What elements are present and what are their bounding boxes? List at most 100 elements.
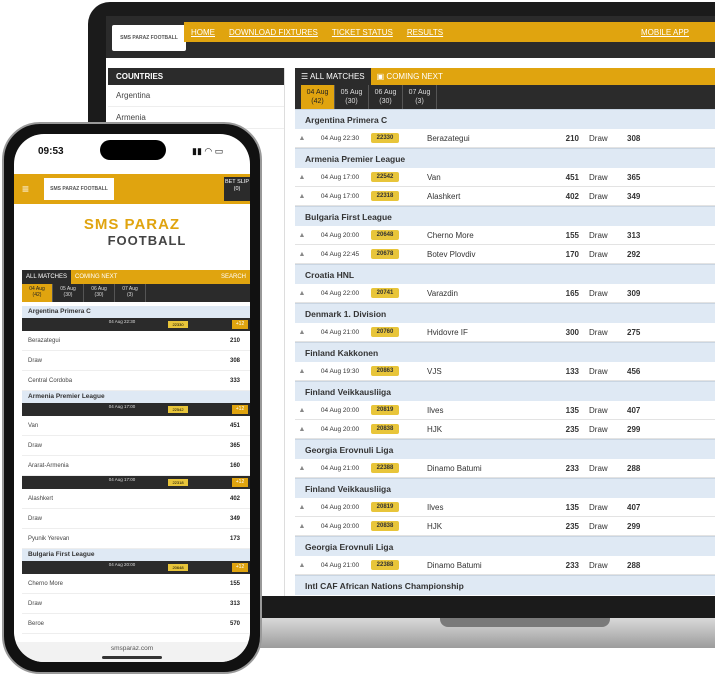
- draw-label[interactable]: Draw: [579, 328, 627, 337]
- phone-date-tab[interactable]: 07 Aug (3): [115, 284, 146, 302]
- home-odds[interactable]: 235: [557, 425, 579, 434]
- chevron-up-icon[interactable]: ▲: [295, 193, 309, 200]
- chevron-up-icon[interactable]: ▲: [295, 329, 309, 336]
- chevron-up-icon[interactable]: ▲: [295, 368, 309, 375]
- more-markets-button[interactable]: +12: [232, 320, 248, 329]
- match-code: 20678: [371, 249, 399, 259]
- chevron-up-icon[interactable]: ▲: [295, 426, 309, 433]
- phone-odds-row[interactable]: Van 451: [22, 416, 250, 436]
- draw-odds[interactable]: 309: [627, 289, 657, 298]
- phone-odds-row[interactable]: Alashkert 402: [22, 489, 250, 509]
- home-odds[interactable]: 235: [557, 522, 579, 531]
- draw-label[interactable]: Draw: [579, 464, 627, 473]
- phone-odds-row[interactable]: Draw 308: [22, 351, 250, 371]
- more-markets-button[interactable]: +12: [232, 563, 248, 572]
- draw-odds[interactable]: 313: [627, 231, 657, 240]
- draw-label[interactable]: Draw: [579, 250, 627, 259]
- home-odds[interactable]: 300: [557, 328, 579, 337]
- draw-label[interactable]: Draw: [579, 289, 627, 298]
- menu-icon[interactable]: ≡: [22, 182, 29, 196]
- phone-odds-row[interactable]: Berazategui 210: [22, 331, 250, 351]
- home-odds[interactable]: 233: [557, 464, 579, 473]
- nav-ticket-status[interactable]: TICKET STATUS: [325, 28, 400, 37]
- phone-date-tab[interactable]: 05 Aug (30): [53, 284, 84, 302]
- more-markets-button[interactable]: +12: [232, 478, 248, 487]
- home-odds[interactable]: 135: [557, 406, 579, 415]
- draw-label[interactable]: Draw: [579, 503, 627, 512]
- draw-odds[interactable]: 349: [627, 192, 657, 201]
- chevron-up-icon[interactable]: ▲: [295, 523, 309, 530]
- home-odds[interactable]: 210: [557, 134, 579, 143]
- bet-slip-button[interactable]: BET SLIP (0): [224, 177, 250, 201]
- draw-label[interactable]: Draw: [579, 406, 627, 415]
- phone-odds-row[interactable]: Cherno More 155: [22, 574, 250, 594]
- phone-match-bar: 04 Aug 17:00 22318 +12: [22, 476, 250, 489]
- nav-home[interactable]: HOME: [184, 28, 222, 37]
- date-tab[interactable]: 04 Aug (42): [301, 85, 335, 109]
- browser-url-bar[interactable]: smsparaz.com: [14, 642, 250, 662]
- date-tab[interactable]: 05 Aug (30): [335, 85, 369, 109]
- home-odds[interactable]: 165: [557, 289, 579, 298]
- draw-label[interactable]: Draw: [579, 425, 627, 434]
- sidebar-item-argentina[interactable]: Argentina: [108, 85, 284, 107]
- phone-odds-row[interactable]: Ararat-Armenia 160: [22, 456, 250, 476]
- draw-label[interactable]: Draw: [579, 522, 627, 531]
- draw-odds[interactable]: 365: [627, 173, 657, 182]
- draw-odds[interactable]: 299: [627, 425, 657, 434]
- draw-odds[interactable]: 407: [627, 503, 657, 512]
- date-tab[interactable]: 06 Aug (30): [369, 85, 403, 109]
- home-odds[interactable]: 233: [557, 561, 579, 570]
- date-tab[interactable]: 07 Aug (3): [403, 85, 437, 109]
- chevron-up-icon[interactable]: ▲: [295, 251, 309, 258]
- chevron-up-icon[interactable]: ▲: [295, 290, 309, 297]
- draw-label[interactable]: Draw: [579, 561, 627, 570]
- home-odds[interactable]: 133: [557, 367, 579, 376]
- chevron-up-icon[interactable]: ▲: [295, 504, 309, 511]
- tab-coming-next[interactable]: ▣ COMING NEXT: [371, 68, 449, 85]
- home-odds[interactable]: 135: [557, 503, 579, 512]
- phone-odds-row[interactable]: Draw 313: [22, 594, 250, 614]
- draw-label[interactable]: Draw: [579, 192, 627, 201]
- phone-tab-coming-next[interactable]: COMING NEXT: [71, 274, 121, 280]
- chevron-up-icon[interactable]: ▲: [295, 562, 309, 569]
- home-odds[interactable]: 155: [557, 231, 579, 240]
- phone-logo[interactable]: SMS PARAZ FOOTBALL: [44, 178, 114, 200]
- tab-all-matches[interactable]: ☰ ALL MATCHES: [295, 68, 371, 85]
- home-odds[interactable]: 170: [557, 250, 579, 259]
- draw-odds[interactable]: 456: [627, 367, 657, 376]
- draw-label[interactable]: Draw: [579, 367, 627, 376]
- chevron-up-icon[interactable]: ▲: [295, 465, 309, 472]
- draw-odds[interactable]: 288: [627, 464, 657, 473]
- draw-odds[interactable]: 288: [627, 561, 657, 570]
- phone-date-tab[interactable]: 04 Aug (42): [22, 284, 53, 302]
- nav-results[interactable]: RESULTS: [400, 28, 450, 37]
- home-odds[interactable]: 402: [557, 192, 579, 201]
- phone-odds-row[interactable]: Central Cordoba 333: [22, 371, 250, 391]
- phone-odds-row[interactable]: Pyunik Yerevan 173: [22, 529, 250, 549]
- chevron-up-icon[interactable]: ▲: [295, 407, 309, 414]
- chevron-up-icon[interactable]: ▲: [295, 232, 309, 239]
- site-logo[interactable]: SMS PARAZ FOOTBALL: [112, 25, 186, 51]
- phone-match-tabs: ALL MATCHES COMING NEXT SEARCH: [22, 270, 250, 284]
- chevron-up-icon[interactable]: ▲: [295, 174, 309, 181]
- draw-odds[interactable]: 292: [627, 250, 657, 259]
- draw-label[interactable]: Draw: [579, 231, 627, 240]
- phone-tab-all-matches[interactable]: ALL MATCHES: [22, 270, 72, 284]
- chevron-up-icon[interactable]: ▲: [295, 135, 309, 142]
- nav-download-fixtures[interactable]: DOWNLOAD FIXTURES: [222, 28, 325, 37]
- draw-odds[interactable]: 299: [627, 522, 657, 531]
- phone-match-bar: 04 Aug 20:00 20648 +12: [22, 561, 250, 574]
- draw-label[interactable]: Draw: [579, 173, 627, 182]
- nav-mobile-app[interactable]: MOBILE APP: [634, 28, 696, 37]
- phone-odds-row[interactable]: Draw 349: [22, 509, 250, 529]
- draw-odds[interactable]: 308: [627, 134, 657, 143]
- phone-tab-search[interactable]: SEARCH: [217, 274, 250, 280]
- phone-odds-row[interactable]: Beroe 570: [22, 614, 250, 634]
- home-odds[interactable]: 451: [557, 173, 579, 182]
- draw-label[interactable]: Draw: [579, 134, 627, 143]
- phone-date-tab[interactable]: 06 Aug (30): [84, 284, 115, 302]
- more-markets-button[interactable]: +12: [232, 405, 248, 414]
- draw-odds[interactable]: 407: [627, 406, 657, 415]
- draw-odds[interactable]: 275: [627, 328, 657, 337]
- phone-odds-row[interactable]: Draw 365: [22, 436, 250, 456]
